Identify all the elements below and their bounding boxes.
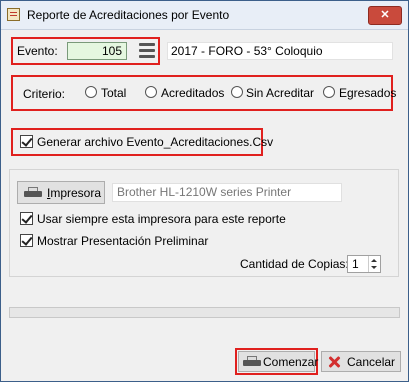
radio-egresados[interactable] bbox=[323, 86, 335, 98]
dialog-window: Reporte de Acreditaciones por Evento ✕ E… bbox=[0, 0, 409, 382]
progress-bar bbox=[9, 307, 400, 318]
evento-number-field[interactable]: 105 bbox=[67, 42, 127, 60]
radio-acreditados[interactable] bbox=[145, 86, 157, 98]
chevron-up-icon[interactable] bbox=[371, 259, 377, 262]
spinner-arrows[interactable] bbox=[368, 256, 380, 272]
preview-checkbox[interactable] bbox=[20, 234, 33, 247]
radio-egresados-label[interactable]: Egresados bbox=[339, 86, 396, 100]
comenzar-button[interactable]: Comenzar bbox=[238, 351, 319, 372]
cancelar-button[interactable]: Cancelar bbox=[321, 351, 401, 372]
title-bar[interactable]: Reporte de Acreditaciones por Evento ✕ bbox=[1, 1, 408, 30]
copies-label: Cantidad de Copias: bbox=[240, 257, 349, 271]
generar-csv-checkbox[interactable] bbox=[20, 135, 33, 148]
printer-icon bbox=[24, 187, 42, 199]
printer-button[interactable]: Impresora bbox=[17, 181, 105, 204]
comenzar-label: Comenzar bbox=[263, 355, 319, 369]
always-use-printer-checkbox[interactable] bbox=[20, 212, 33, 225]
radio-total[interactable] bbox=[85, 86, 97, 98]
radio-sin-acreditar[interactable] bbox=[231, 86, 243, 98]
criterio-label: Criterio: bbox=[23, 87, 66, 101]
report-app-icon bbox=[7, 8, 20, 21]
hamburger-menu-icon[interactable] bbox=[139, 43, 155, 59]
evento-label: Evento: bbox=[17, 44, 58, 58]
printer-icon bbox=[243, 356, 261, 368]
red-x-icon bbox=[327, 355, 341, 369]
preview-label[interactable]: Mostrar Presentación Preliminar bbox=[37, 234, 208, 248]
printer-button-label: Impresora bbox=[47, 186, 102, 200]
cancelar-label: Cancelar bbox=[347, 355, 396, 369]
radio-sin-acreditar-label[interactable]: Sin Acreditar bbox=[246, 86, 314, 100]
evento-name-field: 2017 - FORO - 53° Coloquio bbox=[167, 42, 393, 60]
window-title: Reporte de Acreditaciones por Evento bbox=[27, 8, 230, 22]
copies-spinner[interactable]: 1 bbox=[347, 255, 381, 273]
printer-name-field: Brother HL-1210W series Printer bbox=[112, 183, 342, 202]
radio-total-label[interactable]: Total bbox=[101, 86, 126, 100]
copies-value: 1 bbox=[352, 257, 359, 271]
always-use-printer-label[interactable]: Usar siempre esta impresora para este re… bbox=[37, 212, 286, 226]
close-button[interactable]: ✕ bbox=[368, 6, 402, 25]
radio-acreditados-label[interactable]: Acreditados bbox=[161, 86, 224, 100]
chevron-down-icon[interactable] bbox=[371, 266, 377, 269]
generar-csv-label[interactable]: Generar archivo Evento_Acreditaciones.Cs… bbox=[37, 135, 273, 149]
